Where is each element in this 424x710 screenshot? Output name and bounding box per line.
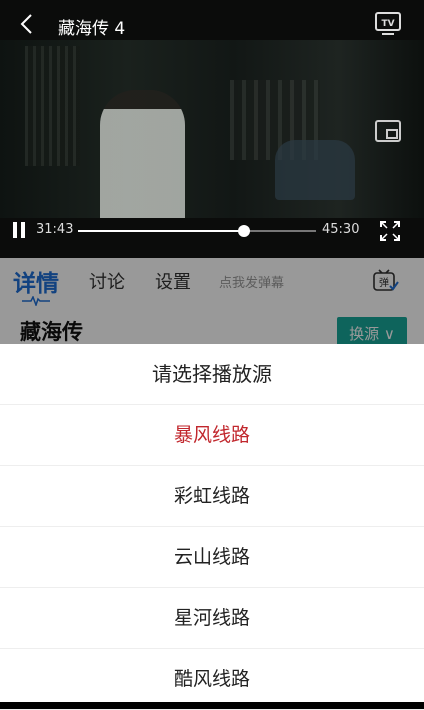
duration: 45:30 [322,222,360,237]
sheet-title: 请选择播放源 [0,344,424,405]
fullscreen-icon[interactable] [378,219,402,243]
scene-window-left [25,46,80,166]
pip-icon[interactable] [374,118,402,144]
source-select-sheet: 请选择播放源 暴风线路 彩虹线路 云山线路 星河线路 酷风线路 [0,344,424,710]
tv-cast-icon[interactable]: TV [374,11,402,37]
video-player[interactable]: 藏海传 4 TV 31:43 45:30 [0,0,424,258]
progress-bar[interactable] [78,225,316,237]
source-option-caihong[interactable]: 彩虹线路 [0,466,424,527]
pause-icon[interactable] [12,222,26,238]
playback-controls: 31:43 45:30 [0,218,424,246]
scene-person [100,90,185,218]
source-option-kufeng[interactable]: 酷风线路 [0,649,424,710]
current-time: 31:43 [36,222,74,237]
source-option-baofeng[interactable]: 暴风线路 [0,405,424,466]
video-frame[interactable] [0,40,424,218]
svg-text:TV: TV [381,19,394,29]
scene-seated-person [275,140,355,200]
progress-fill [78,230,244,232]
modal-overlay[interactable] [0,258,424,344]
source-option-xinghe[interactable]: 星河线路 [0,588,424,649]
video-title: 藏海传 4 [58,19,126,39]
back-icon[interactable] [16,12,40,36]
source-option-yunshan[interactable]: 云山线路 [0,527,424,588]
player-top-bar: 藏海传 4 TV [0,0,424,48]
progress-knob[interactable] [237,225,250,237]
